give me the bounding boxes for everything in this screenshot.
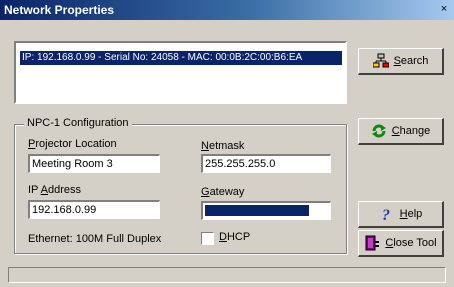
projector-location-label: Projector Location (28, 138, 117, 150)
svg-text:?: ? (382, 207, 390, 222)
dhcp-checkbox[interactable] (201, 232, 214, 245)
ip-address-label: IP Address (28, 184, 82, 196)
dhcp-label: DHCP (219, 231, 251, 243)
change-button[interactable]: Change (358, 118, 444, 145)
netmask-label: Netmask (201, 140, 245, 152)
gateway-input[interactable] (201, 201, 331, 220)
close-tool-button-label: Close Tool (385, 237, 437, 249)
device-list-item[interactable]: IP: 192.168.0.99 - Serial No: 24058 - MA… (20, 51, 342, 65)
green-refresh-icon (371, 123, 387, 139)
status-bar (8, 267, 446, 283)
ip-address-input[interactable] (28, 200, 160, 219)
network-search-icon (372, 53, 390, 69)
help-button-label: Help (399, 208, 423, 220)
question-icon: ? (379, 206, 395, 224)
device-list[interactable]: IP: 192.168.0.99 - Serial No: 24058 - MA… (14, 41, 347, 104)
projector-location-input[interactable] (28, 154, 160, 173)
search-button-label: Search (393, 55, 429, 67)
ethernet-status: Ethernet: 100M Full Duplex (28, 233, 162, 245)
window-title: Network Properties (4, 3, 115, 17)
help-button[interactable]: ? Help (358, 201, 444, 228)
group-title: NPC-1 Configuration (24, 117, 132, 129)
netmask-input[interactable] (201, 154, 331, 173)
exit-door-icon (364, 235, 380, 251)
gateway-label: Gateway (201, 186, 245, 198)
title-bar: Network Properties × (0, 0, 454, 20)
change-button-label: Change (391, 125, 431, 137)
close-icon[interactable]: × (438, 3, 450, 15)
close-tool-button[interactable]: Close Tool (358, 230, 444, 257)
search-button[interactable]: Search (358, 48, 444, 75)
gateway-selection-highlight (205, 205, 309, 216)
